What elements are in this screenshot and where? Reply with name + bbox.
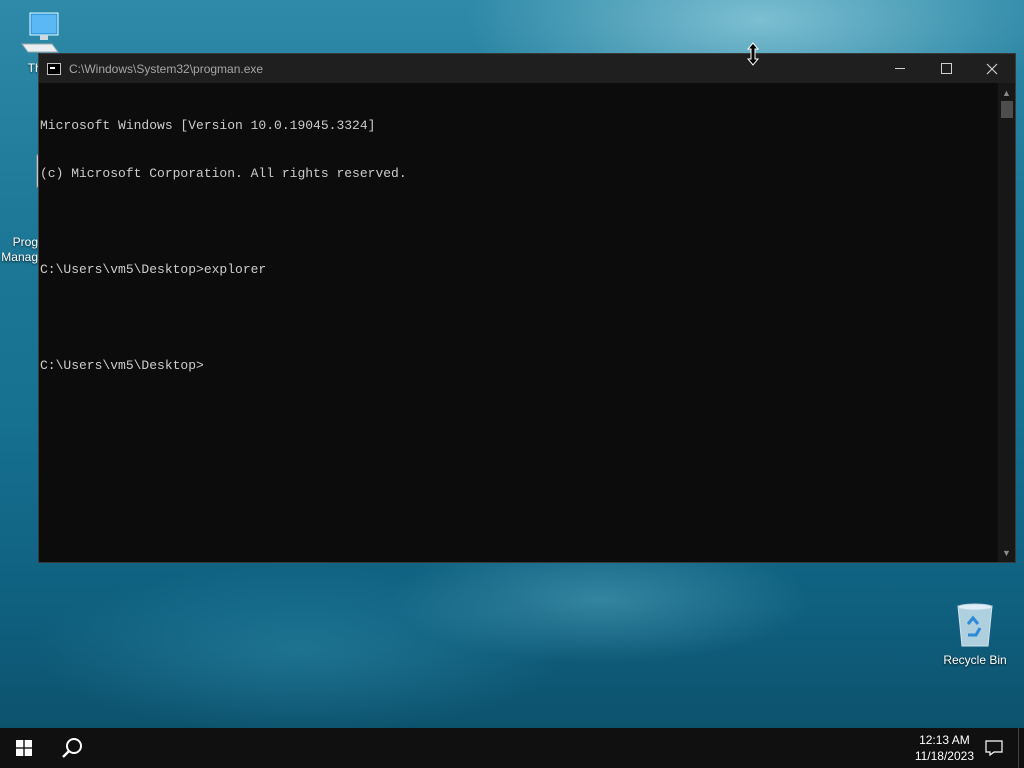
scrollbar-thumb[interactable] [1001,101,1013,118]
scroll-up-icon[interactable]: ▲ [1002,89,1011,98]
resize-cursor-icon [746,42,760,66]
console-output[interactable]: Microsoft Windows [Version 10.0.19045.33… [39,83,998,562]
desktop-icon-label: Prog Manag [1,235,38,264]
show-desktop-button[interactable] [1018,728,1024,768]
close-icon [986,63,998,74]
maximize-icon [940,63,952,74]
desktop-icon-label: Recycle Bin [943,653,1007,667]
computer-icon [4,10,74,59]
console-window[interactable]: C:\Windows\System32\progman.exe Microsof… [38,53,1016,563]
action-center-button[interactable] [974,728,1014,768]
title-bar[interactable]: C:\Windows\System32\progman.exe [39,54,1015,83]
window-title: C:\Windows\System32\progman.exe [69,61,264,76]
taskbar-clock[interactable]: 12:13 AM 11/18/2023 [915,732,974,764]
console-line: (c) Microsoft Corporation. All rights re… [40,166,407,181]
minimize-button[interactable] [877,54,923,83]
desktop-icon-recycle-bin[interactable]: Recycle Bin [940,602,1010,668]
notification-icon [985,740,1003,756]
console-app-icon [47,62,61,75]
windows-logo-icon [16,740,32,756]
search-button[interactable] [48,728,96,768]
minimize-icon [895,68,905,69]
taskbar: 12:13 AM 11/18/2023 [0,728,1024,768]
close-button[interactable] [969,54,1015,83]
recycle-bin-icon [940,602,1010,651]
vertical-scrollbar[interactable]: ▲ ▼ [998,83,1015,562]
start-button[interactable] [0,728,48,768]
scroll-down-icon[interactable]: ▼ [1002,549,1011,558]
clock-date: 11/18/2023 [914,749,974,763]
maximize-button[interactable] [923,54,969,83]
clock-time: 12:13 AM [919,733,970,747]
search-icon [62,738,82,758]
console-prompt-line: C:\Users\vm5\Desktop> [40,358,204,373]
console-line: C:\Users\vm5\Desktop>explorer [40,262,267,277]
console-line: Microsoft Windows [Version 10.0.19045.33… [40,118,376,133]
